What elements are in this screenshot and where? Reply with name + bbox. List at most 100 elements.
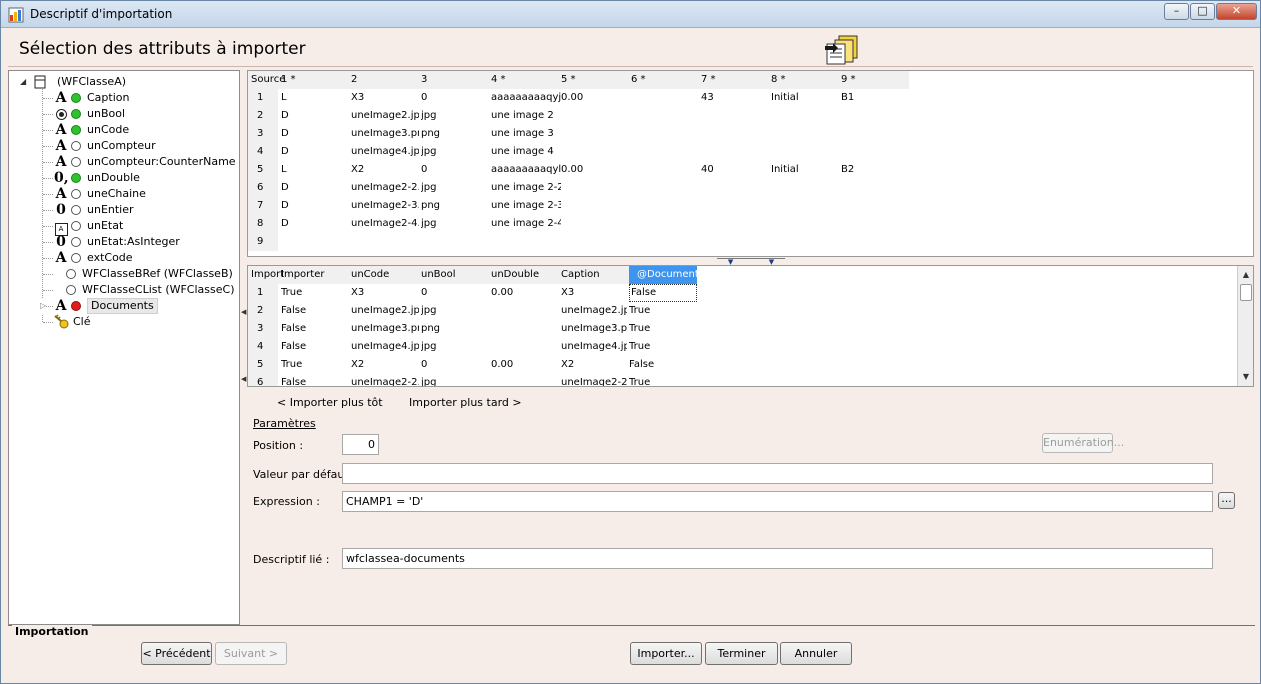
grid-cell[interactable]: une image 3: [491, 125, 561, 143]
grid-cell[interactable]: [281, 233, 349, 251]
grid-cell[interactable]: uneImage2-2.jpg: [561, 374, 627, 386]
grid-cell[interactable]: uneImage2.jpg: [351, 107, 419, 125]
grid-cell[interactable]: [771, 143, 839, 161]
column-header[interactable]: 7 *: [701, 71, 769, 89]
grid-cell[interactable]: png: [421, 197, 489, 215]
grid-cell[interactable]: True: [281, 284, 349, 302]
grid-cell[interactable]: False: [281, 374, 349, 386]
grid-cell[interactable]: jpg: [421, 179, 489, 197]
grid-cell[interactable]: False: [629, 284, 697, 302]
attribute-tree[interactable]: ◢ (WFClasseA) A Caption unBool AunCode AunComp…: [8, 70, 240, 625]
grid-cell[interactable]: [561, 215, 629, 233]
grid-cell[interactable]: X2: [351, 356, 419, 374]
import-later-button[interactable]: Importer plus tard >: [409, 396, 522, 409]
grid-cell[interactable]: False: [281, 320, 349, 338]
grid-cell[interactable]: D: [281, 107, 349, 125]
grid-cell[interactable]: [491, 338, 559, 356]
column-header[interactable]: unCode: [351, 266, 419, 284]
grid-cell[interactable]: 0: [421, 284, 489, 302]
row-header[interactable]: 5: [248, 161, 278, 179]
scroll-up-icon[interactable]: ▲: [1238, 268, 1253, 282]
close-button[interactable]: ✕: [1216, 3, 1257, 20]
grid-cell[interactable]: uneImage4.jpg: [351, 143, 419, 161]
expand-arrow-icon[interactable]: ◢: [20, 74, 26, 90]
cancel-button[interactable]: Annuler: [780, 642, 852, 665]
grid-cell[interactable]: 0: [421, 161, 489, 179]
grid-cell[interactable]: Initial: [771, 89, 839, 107]
collapsed-arrow-icon[interactable]: ▷: [40, 298, 47, 314]
grid-cell[interactable]: [701, 143, 769, 161]
previous-button[interactable]: < Précédent: [141, 642, 212, 665]
grid-cell[interactable]: X3: [561, 284, 627, 302]
tree-item[interactable]: WFClasseBRef (WFClasseB): [9, 266, 239, 282]
grid-cell[interactable]: True: [629, 374, 697, 386]
column-header[interactable]: 9 *: [841, 71, 909, 89]
grid-cell[interactable]: jpg: [421, 107, 489, 125]
left-arrow-icon[interactable]: ◀: [241, 308, 246, 316]
left-arrow-icon-2[interactable]: ◀: [241, 375, 246, 383]
grid-cell[interactable]: D: [281, 215, 349, 233]
grid-cell[interactable]: [631, 125, 699, 143]
grid-cell[interactable]: 0.00: [561, 161, 629, 179]
position-input[interactable]: 0: [342, 434, 379, 455]
grid-cell[interactable]: B2: [841, 161, 909, 179]
grid-cell[interactable]: uneImage4.jpg: [351, 338, 419, 356]
tree-root[interactable]: ◢ (WFClasseA): [9, 74, 239, 90]
grid-cell[interactable]: [701, 233, 769, 251]
grid-cell[interactable]: uneImage3.png: [351, 320, 419, 338]
column-header[interactable]: @Documents: [629, 266, 697, 284]
grid-cell[interactable]: une image 2-3: [491, 197, 561, 215]
grid-cell[interactable]: [701, 215, 769, 233]
linked-descriptor-input[interactable]: wfclassea-documents: [342, 548, 1213, 569]
grid-cell[interactable]: [631, 143, 699, 161]
title-bar[interactable]: Descriptif d'importation – □ ✕: [1, 1, 1260, 28]
grid-cell[interactable]: [631, 107, 699, 125]
default-value-input[interactable]: [342, 463, 1213, 484]
column-header[interactable]: unBool: [421, 266, 489, 284]
row-header[interactable]: 4: [248, 143, 278, 161]
row-header[interactable]: 2: [248, 302, 278, 320]
grid-cell[interactable]: 0: [421, 89, 489, 107]
tree-item[interactable]: unBool: [9, 106, 239, 122]
grid-cell[interactable]: [771, 179, 839, 197]
tree-item[interactable]: AextCode: [9, 250, 239, 266]
grid-cell[interactable]: True: [629, 338, 697, 356]
grid-cell[interactable]: [491, 302, 559, 320]
grid-cell[interactable]: [561, 179, 629, 197]
grid-cell[interactable]: 43: [701, 89, 769, 107]
column-header[interactable]: 8 *: [771, 71, 839, 89]
tree-item[interactable]: 0 unEntier: [9, 202, 239, 218]
grid-cell[interactable]: [841, 107, 909, 125]
tree-item[interactable]: AunCompteur:CounterName: [9, 154, 239, 170]
column-header[interactable]: 5 *: [561, 71, 629, 89]
row-header[interactable]: 5: [248, 356, 278, 374]
grid-cell[interactable]: [561, 143, 629, 161]
import-earlier-button[interactable]: < Importer plus tôt: [277, 396, 383, 409]
grid-cell[interactable]: une image 2-4: [491, 215, 561, 233]
grid-cell[interactable]: [631, 215, 699, 233]
grid-cell[interactable]: [701, 125, 769, 143]
column-header[interactable]: 3: [421, 71, 489, 89]
grid-cell[interactable]: [771, 215, 839, 233]
grid-cell[interactable]: 0.00: [491, 284, 559, 302]
grid-cell[interactable]: jpg: [421, 215, 489, 233]
grid-cell[interactable]: uneImage2-2.jpg: [351, 374, 419, 386]
row-header[interactable]: 1: [248, 284, 278, 302]
tree-item[interactable]: 0, unDouble: [9, 170, 239, 186]
grid-cell[interactable]: jpg: [421, 374, 489, 386]
tree-item[interactable]: AunCompteur: [9, 138, 239, 154]
grid-cell[interactable]: D: [281, 197, 349, 215]
grid-cell[interactable]: uneImage2.jpg: [561, 302, 627, 320]
tree-item[interactable]: AunEtat: [9, 218, 239, 236]
grid-cell[interactable]: 40: [701, 161, 769, 179]
grid-cell[interactable]: aaaaaaaaaqyl: [491, 161, 561, 179]
grid-cell[interactable]: [491, 374, 559, 386]
tree-item[interactable]: WFClasseCList (WFClasseC): [9, 282, 239, 298]
scroll-down-icon[interactable]: ▼: [1238, 370, 1253, 384]
grid-cell[interactable]: [491, 233, 561, 251]
grid-cell[interactable]: [561, 197, 629, 215]
row-header[interactable]: 8: [248, 215, 278, 233]
grid-cell[interactable]: [631, 233, 699, 251]
next-button[interactable]: Suivant >: [215, 642, 287, 665]
grid-cell[interactable]: [561, 107, 629, 125]
